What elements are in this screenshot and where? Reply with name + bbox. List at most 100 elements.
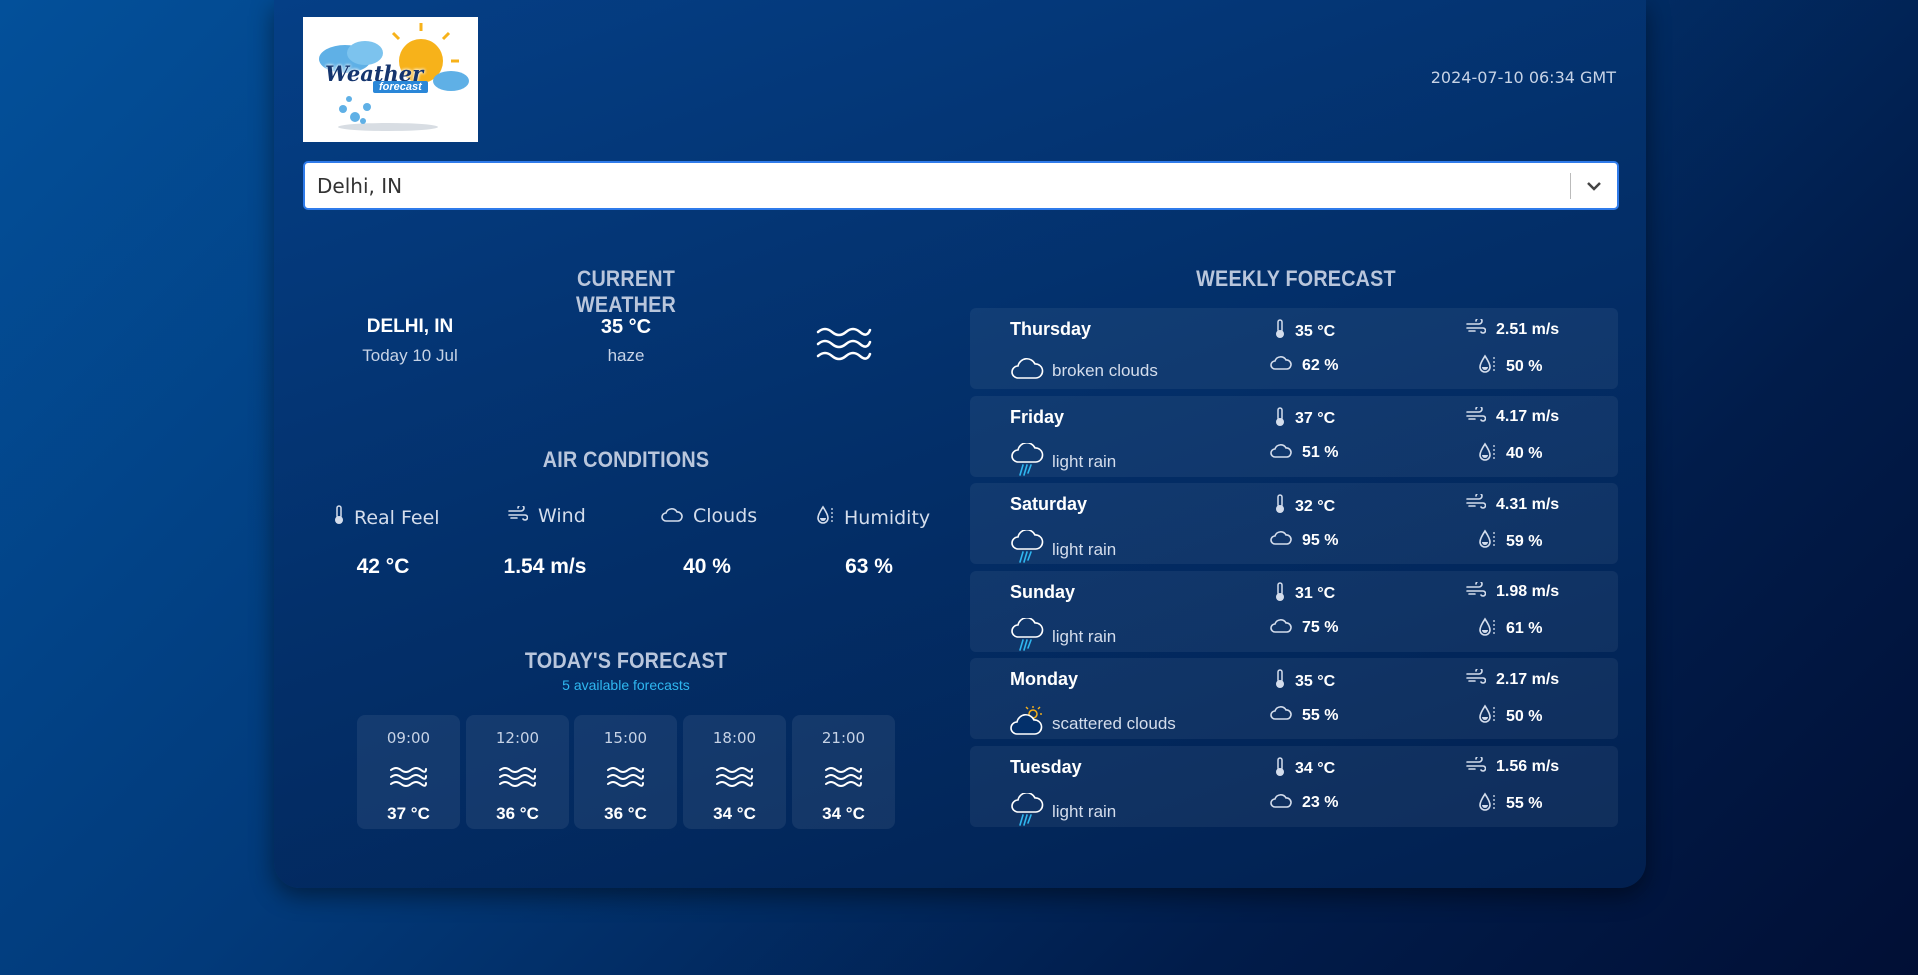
forecast-clouds-group: 55 % <box>1270 706 1338 725</box>
humidity-label-group: Humidity <box>816 505 930 530</box>
weekly-forecast-row: Monday scattered clouds 35 °C 55 % 2.17 m/s 5… <box>970 658 1618 739</box>
forecast-clouds: 95 % <box>1302 531 1339 549</box>
light-rain-icon <box>1010 616 1044 657</box>
haze-icon <box>606 765 644 794</box>
forecast-clouds-group: 62 % <box>1270 356 1338 375</box>
forecast-humidity-group: 50 % <box>1478 354 1542 379</box>
humidity-icon <box>1478 792 1496 817</box>
cloud-icon <box>661 505 683 527</box>
thermometer-icon <box>1275 669 1285 694</box>
light-rain-icon <box>1010 529 1044 569</box>
forecast-day: Friday <box>1010 406 1065 427</box>
forecast-temp: 34 °C <box>1295 760 1336 777</box>
hourly-forecast-card: 21:00 34 °C <box>792 715 895 829</box>
hour-time: 18:00 <box>712 729 757 747</box>
forecast-wind-group: 2.51 m/s <box>1466 317 1560 340</box>
thermometer-icon <box>1275 319 1285 344</box>
timestamp: 2024-07-10 06:34 GMT <box>1430 68 1616 87</box>
thermometer-icon <box>1275 406 1285 432</box>
forecast-temp-group: 35 °C <box>1275 319 1335 344</box>
hour-temp: 36 °C <box>604 804 647 823</box>
forecast-humidity: 50 % <box>1506 707 1543 725</box>
forecast-day: Sunday <box>1010 581 1076 602</box>
cloud-icon <box>1270 706 1292 725</box>
cloud-icon <box>1270 793 1292 813</box>
humidity-icon <box>816 505 834 530</box>
light-rain-icon <box>1010 441 1044 482</box>
forecast-clouds-group: 23 % <box>1270 793 1338 813</box>
air-conditions-title: AIR CONDITIONS <box>542 447 710 472</box>
wind-icon <box>1466 754 1487 778</box>
forecast-temp: 35 °C <box>1295 322 1336 340</box>
hourly-forecast-card: 18:00 34 °C <box>683 715 786 829</box>
thermometer-icon <box>1275 494 1285 519</box>
forecast-humidity-group: 50 % <box>1478 704 1542 729</box>
forecast-wind: 1.98 m/s <box>1496 583 1560 600</box>
search-input[interactable]: Delhi, IN <box>305 174 1570 198</box>
forecast-humidity: 55 % <box>1506 795 1543 812</box>
thermometer-icon <box>1275 581 1285 607</box>
hour-time: 09:00 <box>386 729 431 747</box>
real-feel-label: Real Feel <box>354 506 440 529</box>
forecast-description-group: light rain <box>1010 529 1116 569</box>
humidity-value: 63 % <box>845 555 893 578</box>
current-temperature: 35 °C <box>600 316 652 338</box>
cloud-icon <box>1270 443 1292 463</box>
forecast-wind-group: 1.98 m/s <box>1466 579 1560 603</box>
forecast-description: light rain <box>1052 802 1117 821</box>
forecast-day: Thursday <box>1010 319 1092 339</box>
forecast-day: Monday <box>1010 669 1079 689</box>
clouds-label-group: Clouds <box>661 505 757 527</box>
wind-icon <box>508 504 529 527</box>
forecast-description: scattered clouds <box>1052 713 1176 733</box>
wind-icon <box>1466 492 1487 515</box>
app-logo[interactable]: Weather forecast <box>303 17 478 142</box>
todays-forecast-title: TODAY'S FORECAST <box>524 648 728 673</box>
hour-time: 15:00 <box>603 729 648 747</box>
cloud-icon <box>1270 618 1292 638</box>
city-search-select[interactable]: Delhi, IN <box>303 161 1619 210</box>
wind-icon <box>1466 317 1487 340</box>
forecast-wind-group: 2.17 m/s <box>1466 667 1559 690</box>
forecast-description-group: light rain <box>1010 791 1117 832</box>
wind-icon <box>1466 404 1487 428</box>
weekly-forecast-row: Saturday light rain 32 °C 95 % 4.31 m/s 59 % <box>970 483 1618 564</box>
chevron-down-icon[interactable] <box>1571 181 1617 191</box>
forecast-temp-group: 32 °C <box>1275 494 1335 519</box>
weekly-forecast-row: Thursday broken clouds 35 °C 62 % 2.51 m/s 50… <box>970 308 1618 389</box>
light-rain-icon <box>1010 791 1044 832</box>
wind-label-group: Wind <box>508 504 586 527</box>
weekly-forecast-row: Friday light rain 37 °C 51 % 4.17 m/s 40 % <box>970 395 1618 477</box>
hour-temp: 34 °C <box>822 804 865 823</box>
forecast-description: broken clouds <box>1052 360 1158 380</box>
humidity-icon <box>1478 704 1496 729</box>
haze-icon <box>814 324 872 369</box>
current-weather-title: CURRENT WEATHER <box>576 266 676 317</box>
haze-icon <box>498 765 536 794</box>
forecast-humidity-group: 55 % <box>1478 792 1542 817</box>
hourly-forecast-card: 12:00 36 °C <box>466 715 569 829</box>
real-feel-value: 42 °C <box>356 555 410 578</box>
forecast-temp-group: 37 °C <box>1275 406 1335 432</box>
forecast-humidity: 50 % <box>1506 357 1543 375</box>
forecast-wind-group: 1.56 m/s <box>1466 754 1559 778</box>
forecast-humidity-group: 59 % <box>1478 529 1542 554</box>
current-city: DELHI, IN <box>366 316 454 337</box>
forecast-description-group: scattered clouds <box>1010 705 1176 742</box>
forecast-clouds: 51 % <box>1302 444 1339 461</box>
forecast-clouds: 55 % <box>1302 706 1339 724</box>
hourly-forecast-card: 15:00 36 °C <box>574 715 677 829</box>
cloud-icon <box>1270 356 1292 375</box>
forecast-temp-group: 31 °C <box>1275 581 1335 607</box>
forecast-wind-group: 4.17 m/s <box>1466 404 1559 428</box>
forecast-description-group: broken clouds <box>1010 355 1158 386</box>
logo-subtitle: forecast <box>373 81 428 93</box>
forecast-day: Saturday <box>1010 494 1088 514</box>
forecast-wind-group: 4.31 m/s <box>1466 492 1560 515</box>
forecast-wind: 2.51 m/s <box>1496 320 1560 338</box>
forecast-clouds-group: 95 % <box>1270 531 1338 550</box>
forecast-wind: 4.31 m/s <box>1496 495 1560 513</box>
humidity-icon <box>1478 617 1496 642</box>
haze-icon <box>715 765 753 794</box>
cloud-icon <box>1270 531 1292 550</box>
